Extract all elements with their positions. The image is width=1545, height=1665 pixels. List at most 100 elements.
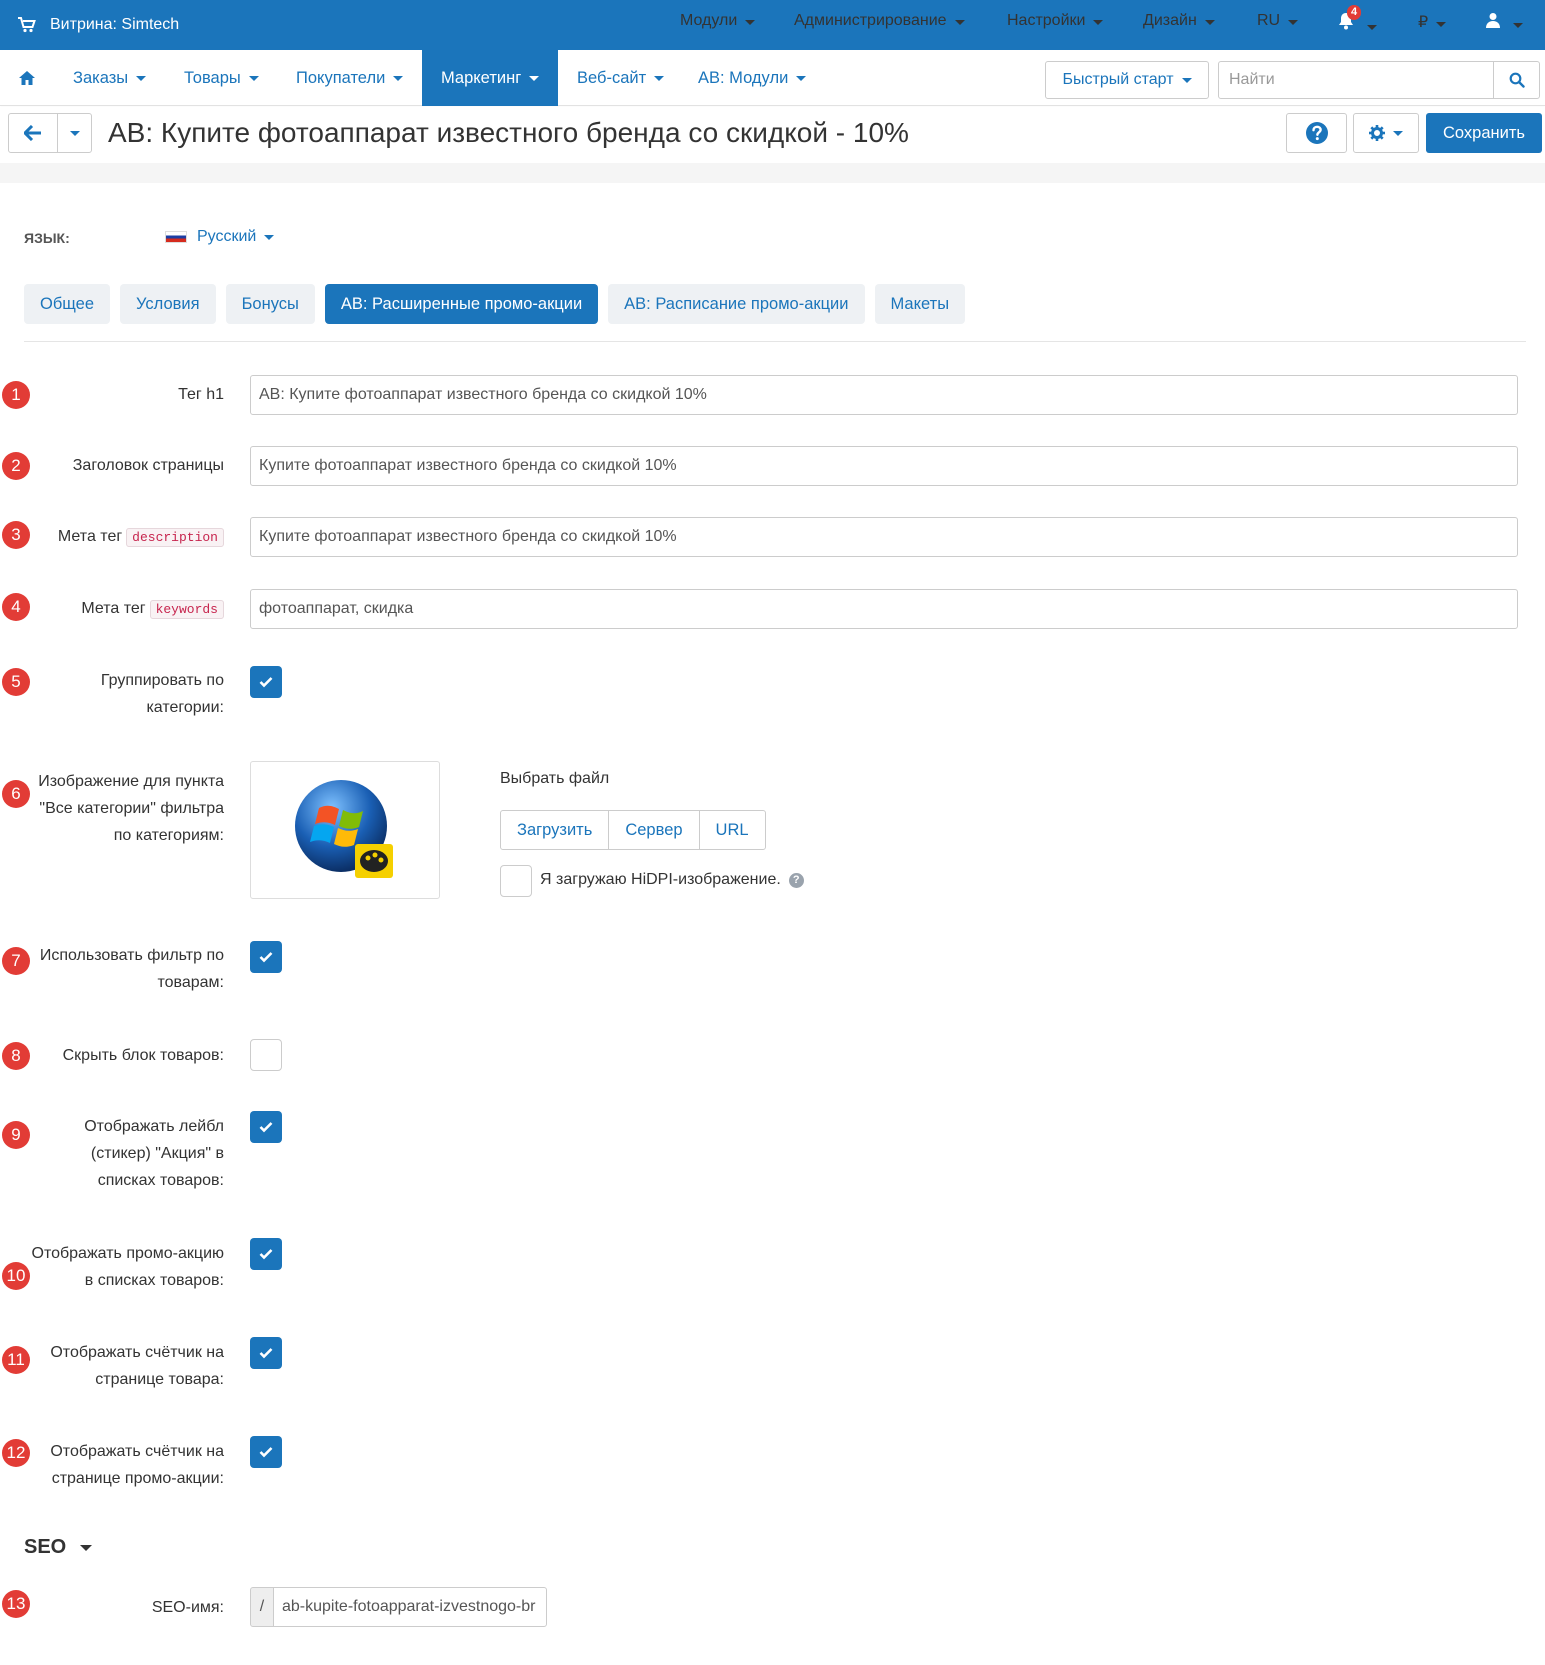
show-sticker-checkbox[interactable]	[250, 1111, 282, 1143]
menu-administration[interactable]: Администрирование	[794, 12, 965, 30]
label-line: (стикер) "Акция" в	[90, 1145, 224, 1162]
meta-keywords-label: Мета тег keywords	[81, 595, 224, 623]
chevron-down-icon	[796, 75, 807, 81]
tab-general[interactable]: Общее	[24, 284, 111, 324]
tab-bonuses[interactable]: Бонусы	[225, 284, 315, 324]
callout-number: 4	[2, 593, 30, 621]
back-button[interactable]	[9, 114, 59, 152]
meta-description-input[interactable]	[250, 517, 1518, 557]
page-title: АВ: Купите фотоаппарат известного бренда…	[108, 117, 909, 148]
callout-number: 12	[2, 1439, 30, 1467]
seo-prefix: /	[250, 1587, 274, 1627]
upload-url-button[interactable]: URL	[700, 811, 765, 849]
help-button[interactable]	[1286, 113, 1347, 153]
search-button[interactable]	[1493, 61, 1540, 99]
chevron-down-icon	[954, 20, 965, 25]
meta-keywords-input[interactable]	[250, 589, 1518, 629]
seo-heading: SEO	[24, 1536, 67, 1558]
storefront-label: Витрина: Simtech	[50, 16, 180, 33]
tab-layouts[interactable]: Макеты	[874, 284, 966, 324]
menu-administration-label: Администрирование	[794, 12, 947, 29]
nav-products[interactable]: Товары	[184, 50, 259, 106]
h1-tag-input[interactable]	[250, 375, 1518, 415]
notification-badge: 4	[1347, 5, 1362, 20]
search-input[interactable]	[1218, 61, 1494, 99]
cart-icon	[18, 17, 36, 33]
choose-file-label: Выбрать файл	[500, 770, 610, 787]
settings-dropdown-button[interactable]	[1353, 113, 1419, 153]
callout-number: 5	[2, 668, 30, 696]
meta-keywords-code: keywords	[149, 600, 224, 619]
nav-products-label: Товары	[184, 68, 241, 87]
menu-notifications[interactable]: 4	[1337, 5, 1378, 35]
counter-promo-checkbox[interactable]	[250, 1436, 282, 1468]
use-filter-checkbox[interactable]	[250, 941, 282, 973]
tab-ab-extended-promo[interactable]: АВ: Расширенные промо-акции	[324, 284, 599, 324]
menu-settings[interactable]: Настройки	[1007, 12, 1104, 30]
menu-user[interactable]	[1485, 12, 1524, 33]
nav-marketing-label: Маркетинг	[441, 68, 522, 87]
menu-design[interactable]: Дизайн	[1143, 12, 1215, 30]
menu-modules-label: Модули	[680, 12, 738, 29]
question-circle-icon	[1305, 122, 1328, 144]
counter-product-checkbox[interactable]	[250, 1337, 282, 1369]
nav-ab-modules[interactable]: АВ: Модули	[698, 50, 807, 106]
counter-promo-label: Отображать счётчик на странице промо-акц…	[50, 1438, 224, 1492]
menu-modules[interactable]: Модули	[680, 12, 756, 30]
save-button[interactable]: Сохранить	[1426, 113, 1542, 153]
chevron-down-icon	[1204, 20, 1215, 25]
hidpi-checkbox[interactable]	[500, 865, 532, 897]
upload-source-group: Загрузить Сервер URL	[500, 810, 766, 850]
seo-name-label: SEO-имя:	[151, 1599, 224, 1616]
category-image-label: Изображение для пункта "Все категории" ф…	[38, 768, 224, 849]
menu-language[interactable]: RU	[1257, 12, 1299, 30]
nav-marketing[interactable]: Маркетинг	[422, 50, 559, 106]
menu-design-label: Дизайн	[1143, 12, 1197, 29]
upload-server-button[interactable]: Сервер	[609, 811, 700, 849]
home-link[interactable]	[18, 50, 36, 106]
image-preview[interactable]	[250, 761, 440, 899]
callout-number: 8	[2, 1042, 30, 1070]
top-bar: Витрина: Simtech Модули Администрировани…	[0, 0, 1545, 50]
seo-section-toggle[interactable]: SEO	[24, 1536, 93, 1559]
tab-ab-promo-schedule[interactable]: АВ: Расписание промо-акции	[608, 284, 865, 324]
nav-customers-label: Покупатели	[296, 68, 386, 87]
chevron-down-icon	[1288, 20, 1299, 25]
menu-currency[interactable]: ₽	[1418, 12, 1447, 32]
back-dropdown-button[interactable]	[58, 114, 91, 152]
nav-ab-modules-label: АВ: Модули	[698, 68, 789, 87]
language-selector[interactable]: Русский	[165, 228, 275, 246]
tab-conditions[interactable]: Условия	[120, 284, 216, 324]
page-title-input[interactable]	[250, 446, 1518, 486]
chevron-down-icon	[1093, 20, 1104, 25]
hidpi-label-text: Я загружаю HiDPI-изображение.	[540, 871, 781, 888]
hide-block-checkbox[interactable]	[250, 1039, 282, 1071]
chevron-down-icon	[654, 75, 665, 81]
quick-start-button[interactable]: Быстрый старт	[1045, 61, 1209, 99]
callout-number: 3	[2, 521, 30, 549]
nav-customers[interactable]: Покупатели	[296, 50, 404, 106]
arrow-left-icon	[24, 125, 42, 141]
seo-name-input[interactable]	[273, 1587, 547, 1627]
label-line: Отображать счётчик на	[50, 1344, 224, 1361]
label-line: Отображать счётчик на	[50, 1443, 224, 1460]
menu-currency-label: ₽	[1418, 14, 1429, 31]
label-line: странице товара:	[95, 1371, 224, 1388]
show-promo-checkbox[interactable]	[250, 1238, 282, 1270]
meta-keywords-label-text: Мета тег	[81, 600, 146, 617]
nav-orders[interactable]: Заказы	[73, 50, 147, 106]
chevron-down-icon	[264, 234, 275, 240]
check-icon	[259, 1249, 273, 1260]
nav-website[interactable]: Веб-сайт	[577, 50, 665, 106]
upload-local-button[interactable]: Загрузить	[501, 811, 610, 849]
language-label: ЯЗЫК:	[24, 230, 70, 246]
group-by-category-checkbox[interactable]	[250, 666, 282, 698]
gear-icon	[1369, 125, 1385, 141]
check-icon	[259, 952, 273, 963]
label-line: "Все категории" фильтра	[39, 800, 224, 817]
storefront-selector[interactable]: Витрина: Simtech	[18, 0, 179, 50]
chevron-down-icon	[745, 20, 756, 25]
chevron-down-icon	[1393, 130, 1403, 136]
question-circle-icon[interactable]: ?	[788, 872, 804, 888]
menu-language-label: RU	[1257, 12, 1281, 29]
